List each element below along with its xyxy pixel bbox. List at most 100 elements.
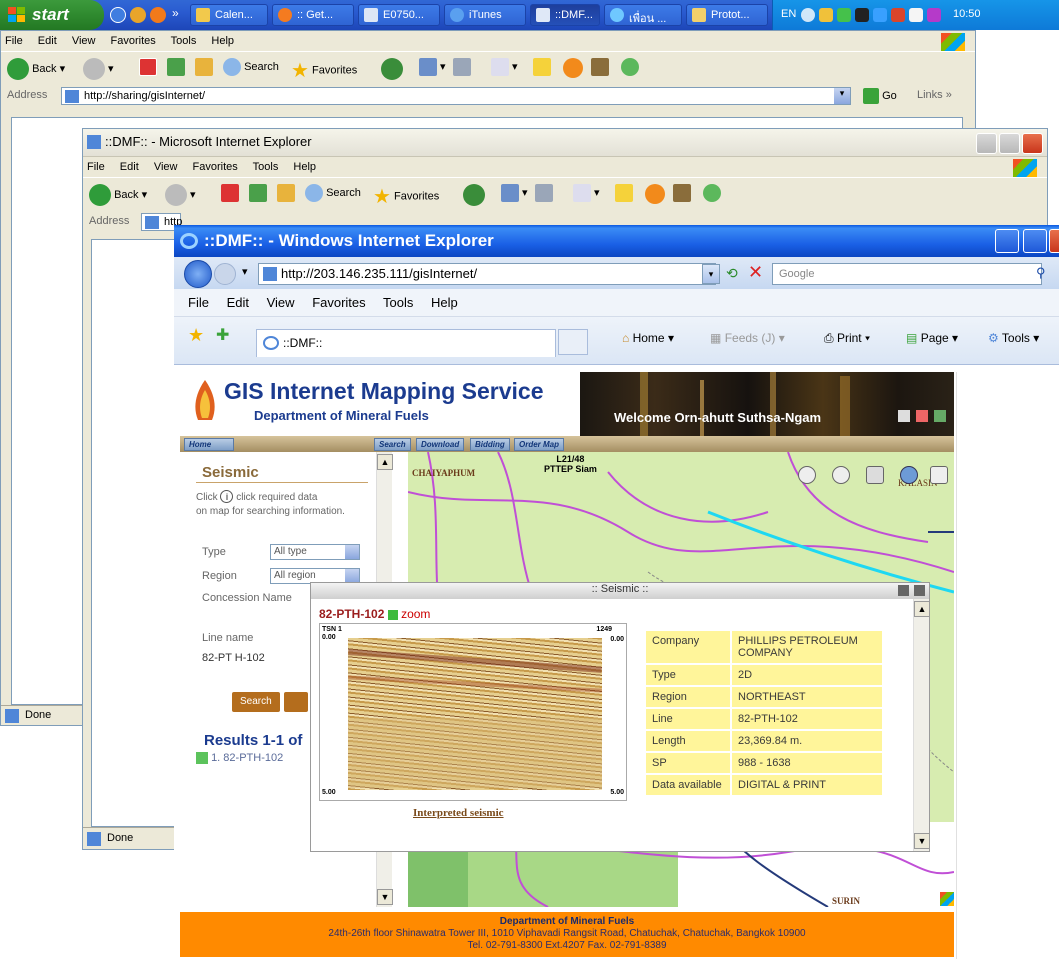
- search-button[interactable]: Search: [305, 184, 361, 202]
- refresh-button[interactable]: [249, 184, 267, 202]
- menu-favorites[interactable]: Favorites: [111, 35, 156, 47]
- maximize-button[interactable]: [999, 133, 1020, 154]
- eraser-icon[interactable]: [930, 466, 948, 484]
- home-button[interactable]: [195, 58, 213, 76]
- tray-messenger-icon[interactable]: [927, 8, 941, 22]
- favorites-center-icon[interactable]: ★: [188, 325, 204, 346]
- favorites-button[interactable]: ★ Favorites: [373, 184, 439, 209]
- home-button[interactable]: [277, 184, 295, 202]
- back-button[interactable]: Back ▾: [7, 58, 65, 80]
- stop-button[interactable]: [139, 58, 157, 76]
- scroll-up-icon[interactable]: ▲: [377, 454, 393, 470]
- close-icon[interactable]: [914, 585, 925, 596]
- popup-scrollbar[interactable]: ▲ ▼: [913, 599, 930, 851]
- back-button[interactable]: [184, 260, 212, 288]
- history-dropdown-icon[interactable]: ▾: [242, 265, 248, 278]
- taskbar-button-itunes[interactable]: iTunes: [444, 4, 526, 26]
- language-indicator[interactable]: EN: [781, 8, 796, 20]
- refresh-button[interactable]: [167, 58, 185, 76]
- zoom-out-icon[interactable]: [832, 466, 850, 484]
- menu-help[interactable]: Help: [293, 161, 316, 173]
- scroll-up-icon[interactable]: ▲: [914, 601, 930, 617]
- nav-search[interactable]: Search: [374, 438, 411, 451]
- tray-app-icon[interactable]: [819, 8, 833, 22]
- mail-button[interactable]: ▾: [419, 58, 446, 76]
- print-button[interactable]: ⎙ Print ▾: [824, 331, 870, 346]
- search-input[interactable]: Google: [772, 263, 1042, 285]
- result-item[interactable]: 1. 82-PTH-102: [196, 752, 283, 765]
- restore-icon[interactable]: [898, 585, 909, 596]
- start-button[interactable]: start: [0, 0, 104, 30]
- menu-view[interactable]: View: [72, 35, 96, 47]
- search-icon[interactable]: ⚲: [1036, 265, 1046, 281]
- quicklaunch-more-icon[interactable]: »: [172, 6, 179, 20]
- media-button[interactable]: [463, 184, 485, 206]
- print-button[interactable]: [453, 58, 471, 76]
- menu-help[interactable]: Help: [211, 35, 234, 47]
- nav-order-map[interactable]: Order Map: [514, 438, 565, 451]
- page-menu-button[interactable]: ▤ Page ▾: [906, 331, 958, 345]
- menu-file[interactable]: File: [5, 35, 23, 47]
- nav-download[interactable]: Download: [416, 438, 465, 451]
- print-button[interactable]: [535, 184, 553, 202]
- menu-edit[interactable]: Edit: [227, 295, 249, 310]
- media-button[interactable]: [381, 58, 403, 80]
- go-button[interactable]: Go: [863, 88, 897, 104]
- zoom-in-icon[interactable]: [798, 466, 816, 484]
- help-icon[interactable]: [934, 410, 946, 422]
- stop-button[interactable]: [221, 184, 239, 202]
- address-dropdown-icon[interactable]: ▾: [834, 88, 850, 104]
- tools-button[interactable]: ⚙ Tools ▾: [988, 331, 1039, 345]
- media-quicklaunch-icon[interactable]: [130, 7, 146, 23]
- menu-edit[interactable]: Edit: [120, 161, 139, 173]
- line-name-value[interactable]: 82-PT H-102: [202, 652, 265, 664]
- interpreted-seismic-link[interactable]: Interpreted seismic: [413, 807, 504, 819]
- messenger-button[interactable]: [563, 58, 583, 78]
- menu-edit[interactable]: Edit: [38, 35, 57, 47]
- type-select[interactable]: All type: [270, 544, 360, 560]
- taskbar-button-dmf[interactable]: ::DMF...: [530, 4, 600, 26]
- menu-tools[interactable]: Tools: [383, 295, 413, 310]
- forward-button[interactable]: ▾: [165, 184, 196, 206]
- links-button[interactable]: Links »: [917, 89, 952, 101]
- maximize-button[interactable]: [1023, 229, 1047, 253]
- notes-button[interactable]: [533, 58, 551, 76]
- feeds-button[interactable]: ▦ Feeds (J) ▾: [710, 331, 785, 345]
- home-button[interactable]: ⌂ Home ▾: [622, 331, 674, 345]
- tray-volume-icon[interactable]: [909, 8, 923, 22]
- clear-button[interactable]: [284, 692, 308, 712]
- contacts-button[interactable]: [621, 58, 639, 76]
- pan-icon[interactable]: [866, 466, 884, 484]
- forward-button[interactable]: ▾: [83, 58, 114, 80]
- menu-file[interactable]: File: [87, 161, 105, 173]
- globe-icon[interactable]: [900, 466, 918, 484]
- menu-view[interactable]: View: [154, 161, 178, 173]
- close-button[interactable]: [1022, 133, 1043, 154]
- taskbar-button-calendar[interactable]: Calen...: [190, 4, 268, 26]
- tray-bluetooth-icon[interactable]: [873, 8, 887, 22]
- taskbar-button-e0750[interactable]: E0750...: [358, 4, 440, 26]
- nav-home[interactable]: Home: [184, 438, 234, 451]
- zoom-link[interactable]: zoom: [401, 607, 430, 621]
- tab-dmf[interactable]: ::DMF::: [256, 329, 556, 357]
- taskbar-button-friends[interactable]: เพื่อน ...: [604, 4, 682, 26]
- menu-favorites[interactable]: Favorites: [193, 161, 238, 173]
- tray-network-icon[interactable]: [837, 8, 851, 22]
- new-tab-button[interactable]: [558, 329, 588, 355]
- menu-view[interactable]: View: [267, 295, 295, 310]
- firefox-quicklaunch-icon[interactable]: [150, 7, 166, 23]
- notes-button[interactable]: [615, 184, 633, 202]
- tray-monitor-icon[interactable]: [855, 8, 869, 22]
- close-button[interactable]: [1049, 229, 1059, 253]
- taskbar-button-get[interactable]: :: Get...: [272, 4, 354, 26]
- scroll-down-icon[interactable]: ▼: [914, 833, 930, 849]
- refresh-icon[interactable]: ⟲: [726, 265, 738, 282]
- edit-button[interactable]: ▾: [573, 184, 600, 202]
- tray-arrow-icon[interactable]: [801, 8, 815, 22]
- tray-antivirus-icon[interactable]: [891, 8, 905, 22]
- taskbar-button-proto[interactable]: Protot...: [686, 4, 768, 26]
- zoom-icon[interactable]: [387, 609, 398, 620]
- user-icon[interactable]: [898, 410, 910, 422]
- menu-tools[interactable]: Tools: [171, 35, 197, 47]
- address-input[interactable]: http://sharing/gisInternet/ ▾: [61, 87, 851, 105]
